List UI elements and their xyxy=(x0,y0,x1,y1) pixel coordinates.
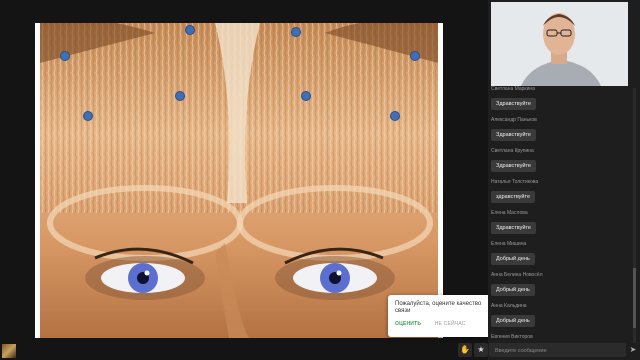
chat-message: Елена Мишина Добрый день xyxy=(491,241,621,265)
marker-dot[interactable] xyxy=(291,27,301,37)
chat-author: Светлана Крупина xyxy=(491,148,534,154)
rate-question: Пожалуйста, оцените качество связи xyxy=(395,301,482,314)
chat-bubble: Здравствуйте xyxy=(491,98,536,110)
marker-dot[interactable] xyxy=(390,111,400,121)
chat-scrollbar[interactable] xyxy=(633,88,636,343)
presentation-stage: Пожалуйста, оцените качество связи ОЦЕНИ… xyxy=(0,0,494,360)
chat-bubble: здравствуйте xyxy=(491,191,535,203)
slide-thumbnail[interactable] xyxy=(2,344,16,358)
chat-author: Елена Маслова xyxy=(491,210,528,216)
marker-dot[interactable] xyxy=(410,51,420,61)
face-muscles-illustration xyxy=(40,23,438,338)
marker-dot[interactable] xyxy=(185,25,195,35)
chat-author: Елена Мишина xyxy=(491,241,527,247)
chat-author: Евгения Викторов xyxy=(491,334,533,340)
chat-message: Светлана Маркина Здравствуйте xyxy=(491,86,621,110)
hand-icon[interactable]: ✋ xyxy=(458,343,472,357)
chat-author: Александр Паньков xyxy=(491,117,537,123)
marker-dot[interactable] xyxy=(60,51,70,61)
chat-scrollbar-thumb[interactable] xyxy=(633,268,636,328)
rate-connection-popup: Пожалуйста, оцените качество связи ОЦЕНИ… xyxy=(388,295,494,337)
chat-message: Александр Паньков Здравствуйте xyxy=(491,117,621,141)
presenter-video-frame xyxy=(491,2,628,86)
star-icon[interactable]: ★ xyxy=(474,343,488,357)
marker-dot[interactable] xyxy=(301,91,311,101)
chat-author: Анна Кальдина xyxy=(491,303,527,309)
chat-author: Наталья Толстикова xyxy=(491,179,539,185)
presenter-webcam xyxy=(491,2,628,86)
chat-bubble: Добрый день xyxy=(491,315,535,327)
rate-button[interactable]: ОЦЕНИТЬ xyxy=(395,321,421,327)
chat-message: Анна Кальдина Добрый день xyxy=(491,303,621,327)
chat-message-input[interactable] xyxy=(493,344,617,358)
chat-message: Елена Маслова Здравствуйте xyxy=(491,210,621,234)
chat-bubble: Добрый день xyxy=(491,253,535,265)
chat-bubble: Здравствуйте xyxy=(491,160,536,172)
marker-dot[interactable] xyxy=(83,111,93,121)
chat-input-container xyxy=(489,343,626,358)
chat-message: Анна Белина Новосёл Добрый день xyxy=(491,272,621,296)
chat-message: Евгения Викторов xyxy=(491,334,621,340)
chat-bubble: Здравствуйте xyxy=(491,129,536,141)
chat-author: Анна Белина Новосёл xyxy=(491,272,543,278)
not-now-button[interactable]: НЕ СЕЙЧАС xyxy=(435,321,466,327)
marker-dot[interactable] xyxy=(175,91,185,101)
chat-bubble: Добрый день xyxy=(491,284,535,296)
send-icon[interactable]: ➤ xyxy=(627,343,639,357)
slide-image-face xyxy=(35,23,443,338)
chat-message: Наталья Толстикова здравствуйте xyxy=(491,179,621,203)
chat-author: Светлана Маркина xyxy=(491,86,535,92)
chat-bubble: Здравствуйте xyxy=(491,222,536,234)
chat-message: Светлана Крупина Здравствуйте xyxy=(491,148,621,172)
